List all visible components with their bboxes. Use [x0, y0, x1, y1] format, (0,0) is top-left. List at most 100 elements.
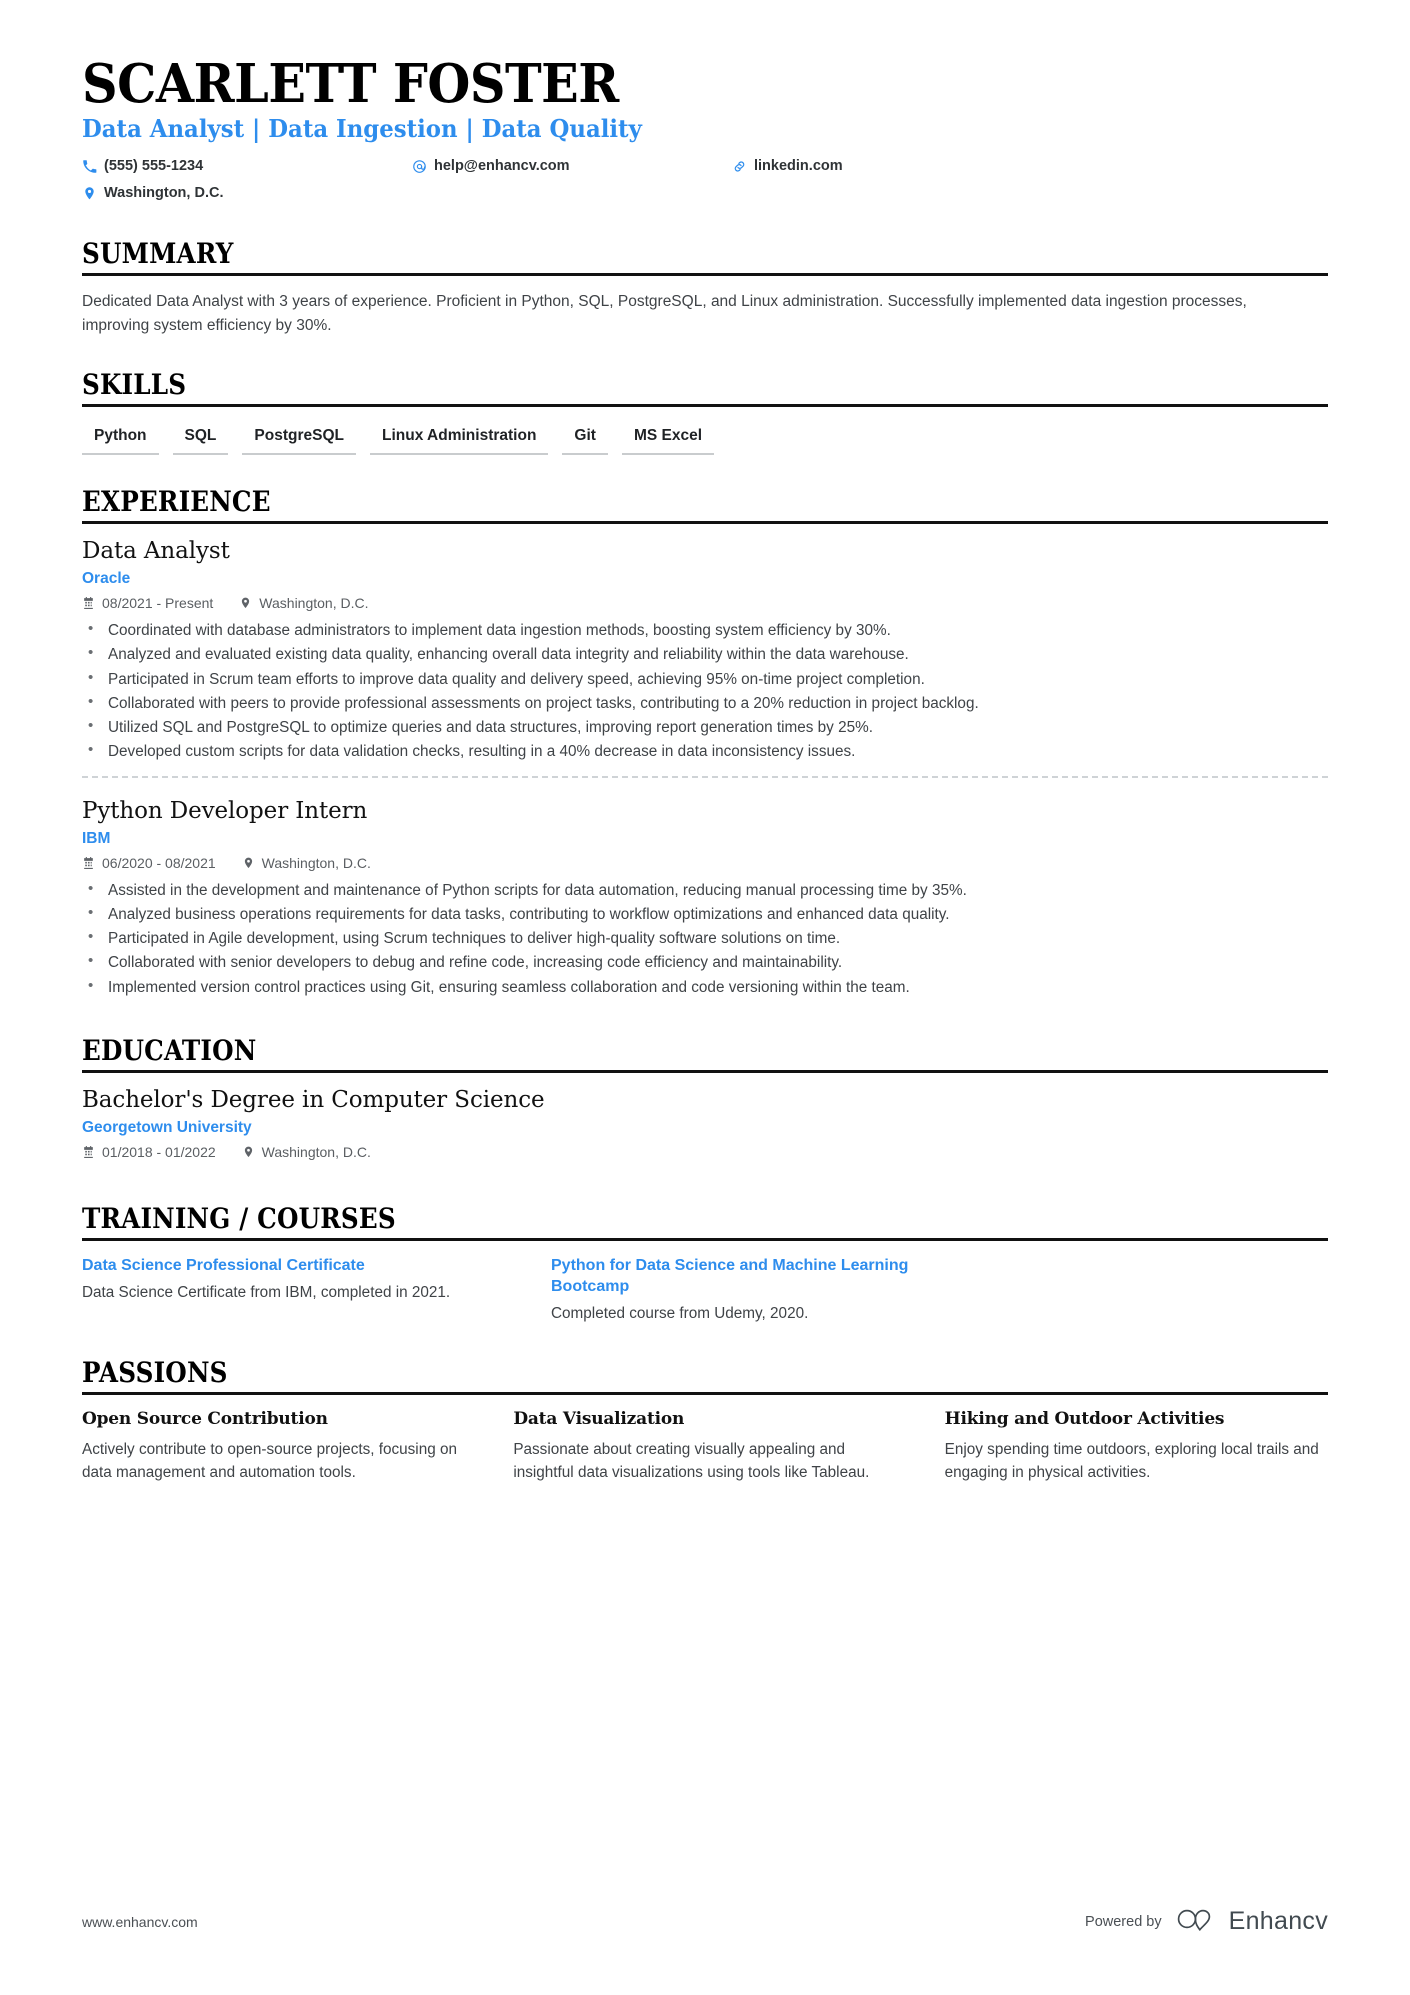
- skill-chip: PostgreSQL: [242, 421, 356, 456]
- experience-location: Washington, D.C.: [242, 855, 371, 871]
- contact-location: Washington, D.C.: [82, 180, 412, 207]
- training-list: Data Science Professional Certificate Da…: [82, 1255, 982, 1326]
- calendar-icon: [82, 596, 95, 610]
- training-item-description: Data Science Certificate from IBM, compl…: [82, 1284, 451, 1302]
- education-location: Washington, D.C.: [242, 1144, 371, 1160]
- powered-by-label: Powered by: [1085, 1913, 1162, 1930]
- section-title-passions: PASSIONS: [82, 1356, 228, 1390]
- experience-dates-text: 06/2020 - 08/2021: [102, 854, 216, 871]
- experience-company[interactable]: Oracle: [82, 570, 1328, 588]
- location-icon: [239, 596, 252, 610]
- email-icon: [412, 159, 427, 174]
- bullet-item: Utilized SQL and PostgreSQL to optimize …: [82, 715, 1328, 739]
- passions-list: Open Source Contribution Actively contri…: [82, 1409, 1328, 1485]
- candidate-name: SCARLETT FOSTER: [82, 53, 619, 115]
- section-divider: [82, 1069, 1328, 1073]
- experience-dates-text: 08/2021 - Present: [102, 595, 214, 612]
- entry-separator: [82, 775, 1328, 778]
- bullet-item: Analyzed and evaluated existing data qua…: [82, 642, 1328, 666]
- experience-role: Data Analyst: [82, 538, 230, 565]
- bullet-item: Collaborated with senior developers to d…: [82, 950, 1328, 974]
- link-icon: [732, 159, 747, 174]
- candidate-headline: Data Analyst | Data Ingestion | Data Qua…: [82, 114, 642, 144]
- experience-role: Python Developer Intern: [82, 797, 368, 824]
- location-icon: [242, 1145, 255, 1159]
- location-icon: [242, 856, 255, 870]
- training-item-title[interactable]: Python for Data Science and Machine Lear…: [551, 1255, 982, 1297]
- footer-branding: Powered by Enhancv: [1085, 1906, 1328, 1937]
- training-item-title[interactable]: Data Science Professional Certificate: [82, 1255, 513, 1276]
- section-divider: [82, 521, 1328, 525]
- training-item: Python for Data Science and Machine Lear…: [551, 1255, 982, 1326]
- experience-entry: Python Developer Intern IBM 06/2020 - 08…: [82, 798, 1328, 1004]
- passion-item: Hiking and Outdoor Activities Enjoy spen…: [945, 1409, 1328, 1485]
- skill-chip: Python: [82, 421, 159, 456]
- bullet-item: Developed custom scripts for data valida…: [82, 739, 1328, 763]
- experience-location: Washington, D.C.: [239, 595, 369, 612]
- resume-page: SCARLETT FOSTER Data Analyst | Data Inge…: [0, 0, 1410, 1995]
- contact-phone-text: (555) 555-1234: [104, 158, 204, 175]
- section-summary: SUMMARY Dedicated Data Analyst with 3 ye…: [82, 237, 1328, 338]
- section-experience: EXPERIENCE Data Analyst Oracle 08/2021 -…: [82, 485, 1328, 1004]
- education-dates: 01/2018 - 01/2022: [82, 1144, 216, 1160]
- passion-item: Open Source Contribution Actively contri…: [82, 1409, 465, 1485]
- section-education: EDUCATION Bachelor's Degree in Computer …: [82, 1034, 1328, 1172]
- passion-item-description: Enjoy spending time outdoors, exploring …: [944, 1441, 1319, 1482]
- contact-linkedin-text: linkedin.com: [754, 158, 843, 175]
- bullet-item: Analyzed business operations requirement…: [82, 902, 1328, 926]
- contact-location-text: Washington, D.C.: [104, 185, 224, 202]
- contact-email-text: help@enhancv.com: [434, 158, 570, 175]
- bullet-item: Implemented version control practices us…: [82, 975, 1328, 999]
- section-passions: PASSIONS Open Source Contribution Active…: [82, 1356, 1328, 1485]
- footer-url[interactable]: www.enhancv.com: [82, 1914, 198, 1930]
- education-entry: Bachelor's Degree in Computer Science Ge…: [82, 1087, 1328, 1172]
- enhancv-wordmark: Enhancv: [1228, 1907, 1328, 1935]
- passion-item: Data Visualization Passionate about crea…: [513, 1409, 896, 1485]
- bullet-item: Participated in Scrum team efforts to im…: [82, 667, 1328, 691]
- education-school[interactable]: Georgetown University: [82, 1119, 1328, 1137]
- experience-dates: 06/2020 - 08/2021: [82, 855, 216, 871]
- section-divider: [82, 404, 1328, 408]
- passion-item-title: Hiking and Outdoor Activities: [944, 1409, 1225, 1430]
- resume-header: SCARLETT FOSTER Data Analyst | Data Inge…: [82, 56, 1328, 207]
- enhancv-mark-icon: [1176, 1906, 1220, 1937]
- experience-location-text: Washington, D.C.: [261, 854, 371, 871]
- training-item-description: Completed course from Udemy, 2020.: [551, 1305, 809, 1323]
- experience-dates: 08/2021 - Present: [82, 595, 213, 611]
- summary-text: Dedicated Data Analyst with 3 years of e…: [82, 293, 1247, 335]
- section-title-skills: SKILLS: [82, 368, 187, 402]
- experience-bullets: Assisted in the development and maintena…: [82, 878, 1328, 999]
- skills-list: Python SQL PostgreSQL Linux Administrati…: [82, 421, 1328, 456]
- contact-phone[interactable]: (555) 555-1234: [82, 153, 412, 180]
- contact-block: (555) 555-1234 help@enhancv.com linkedin…: [82, 153, 1328, 207]
- bullet-item: Assisted in the development and maintena…: [82, 878, 1328, 902]
- passion-item-title: Data Visualization: [513, 1409, 685, 1430]
- section-divider: [82, 1392, 1328, 1396]
- passion-item-title: Open Source Contribution: [82, 1409, 328, 1430]
- experience-company[interactable]: IBM: [82, 830, 1328, 848]
- contact-linkedin[interactable]: linkedin.com: [732, 153, 843, 180]
- page-footer: www.enhancv.com Powered by Enhancv: [82, 1906, 1328, 1937]
- education-dates-text: 01/2018 - 01/2022: [102, 1143, 216, 1160]
- section-title-experience: EXPERIENCE: [82, 485, 271, 519]
- experience-location-text: Washington, D.C.: [259, 595, 369, 612]
- training-item: Data Science Professional Certificate Da…: [82, 1255, 513, 1326]
- skill-chip: Git: [562, 421, 608, 456]
- education-location-text: Washington, D.C.: [261, 1143, 371, 1160]
- passion-item-description: Actively contribute to open-source proje…: [82, 1441, 457, 1482]
- passion-item-description: Passionate about creating visually appea…: [513, 1441, 870, 1482]
- section-training: TRAINING / COURSES Data Science Professi…: [82, 1202, 1328, 1326]
- section-divider: [82, 1237, 1328, 1241]
- bullet-item: Coordinated with database administrators…: [82, 618, 1328, 642]
- experience-meta: 06/2020 - 08/2021 Washington, D.C.: [82, 855, 1328, 871]
- calendar-icon: [82, 1145, 95, 1159]
- contact-email[interactable]: help@enhancv.com: [412, 153, 732, 180]
- calendar-icon: [82, 856, 95, 870]
- enhancv-logo: Enhancv: [1176, 1906, 1328, 1937]
- experience-entry: Data Analyst Oracle 08/2021 - Present Wa…: [82, 538, 1328, 782]
- education-degree: Bachelor's Degree in Computer Science: [82, 1086, 545, 1113]
- section-title-education: EDUCATION: [82, 1033, 257, 1067]
- section-skills: SKILLS Python SQL PostgreSQL Linux Admin…: [82, 368, 1328, 456]
- location-icon: [82, 186, 97, 201]
- skill-chip: SQL: [172, 421, 229, 456]
